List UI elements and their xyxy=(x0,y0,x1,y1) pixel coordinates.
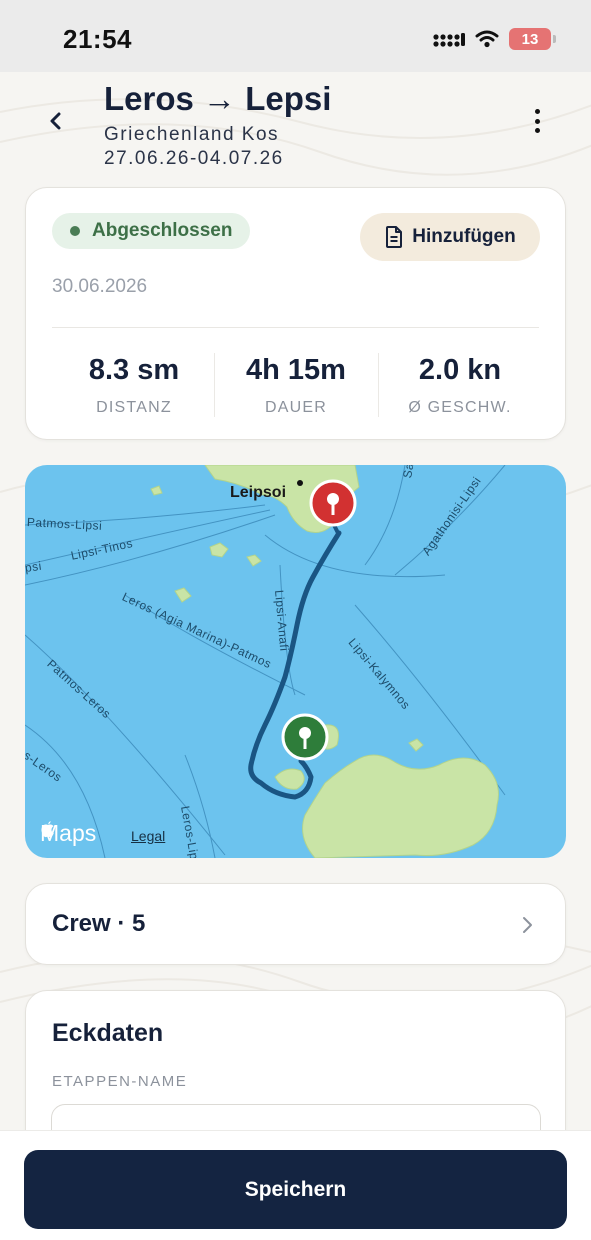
more-dot xyxy=(534,109,540,114)
apple-icon xyxy=(41,821,54,838)
place-dot xyxy=(297,480,303,486)
route-map[interactable]: Leipsoi Patmos-Lipsi Lipsi-Tinos psi Ler… xyxy=(25,465,566,858)
add-document-button[interactable]: Hinzufügen xyxy=(360,213,540,261)
date-range: 27.06.26-04.07.26 xyxy=(104,148,284,169)
add-button-label: Hinzufügen xyxy=(412,226,516,247)
more-dot xyxy=(534,128,540,133)
battery-level: 13 xyxy=(521,30,539,48)
section-title: Eckdaten xyxy=(52,1019,164,1047)
status-bar: 21:54 13 xyxy=(0,0,591,72)
page-title: Leros → Lepsi xyxy=(104,80,332,117)
chevron-right-icon xyxy=(523,917,532,933)
stat-speed: 2.0 kn Ø GESCHW. xyxy=(378,354,542,417)
place-label: Leipsoi xyxy=(230,484,287,501)
crew-row[interactable]: Crew · 5 xyxy=(25,883,566,965)
route-label: psi xyxy=(25,558,43,575)
status-time: 21:54 xyxy=(63,24,132,54)
stat-label: DISTANZ xyxy=(96,399,172,416)
stat-label: Ø GESCHW. xyxy=(408,399,512,416)
status-badge: Abgeschlossen xyxy=(52,213,251,249)
signal-icon xyxy=(433,33,465,47)
field-label: ETAPPEN-NAME xyxy=(52,1073,188,1090)
status-dot xyxy=(70,226,80,236)
start-pin[interactable] xyxy=(281,713,329,761)
stat-label: DAUER xyxy=(264,399,327,416)
region-label: Griechenland Kos xyxy=(104,124,280,145)
back-button[interactable] xyxy=(44,106,68,136)
header: Leros → Lepsi Griechenland Kos 27.06.26-… xyxy=(0,72,591,182)
status-text: Abgeschlossen xyxy=(92,220,233,241)
more-options-button[interactable] xyxy=(525,106,549,136)
maps-logo: Maps xyxy=(40,820,96,847)
status-icons: 13 xyxy=(433,28,556,50)
wifi-icon xyxy=(475,30,499,48)
crew-label: Crew · 5 xyxy=(52,910,146,937)
document-icon xyxy=(386,226,403,248)
legal-link[interactable]: Legal xyxy=(131,828,165,844)
battery-icon: 13 xyxy=(509,28,556,50)
divider xyxy=(52,327,539,328)
stat-distance: 8.3 sm DISTANZ xyxy=(52,354,216,417)
leg-date: 30.06.2026 xyxy=(52,276,148,297)
stat-value: 8.3 sm xyxy=(88,354,180,386)
map-canvas[interactable] xyxy=(25,465,566,858)
stat-value: 4h 15m xyxy=(246,354,346,386)
bottom-bar: Speichern xyxy=(0,1130,591,1240)
more-dot xyxy=(534,118,540,124)
page-subtitle: Griechenland Kos 27.06.26-04.07.26 xyxy=(104,123,284,171)
stats-card: Abgeschlossen Hinzufügen 30.06.2026 8.3 … xyxy=(25,187,566,440)
stat-duration: 4h 15m DAUER xyxy=(214,354,378,417)
save-button[interactable]: Speichern xyxy=(24,1150,567,1229)
stat-value: 2.0 kn xyxy=(418,354,502,386)
